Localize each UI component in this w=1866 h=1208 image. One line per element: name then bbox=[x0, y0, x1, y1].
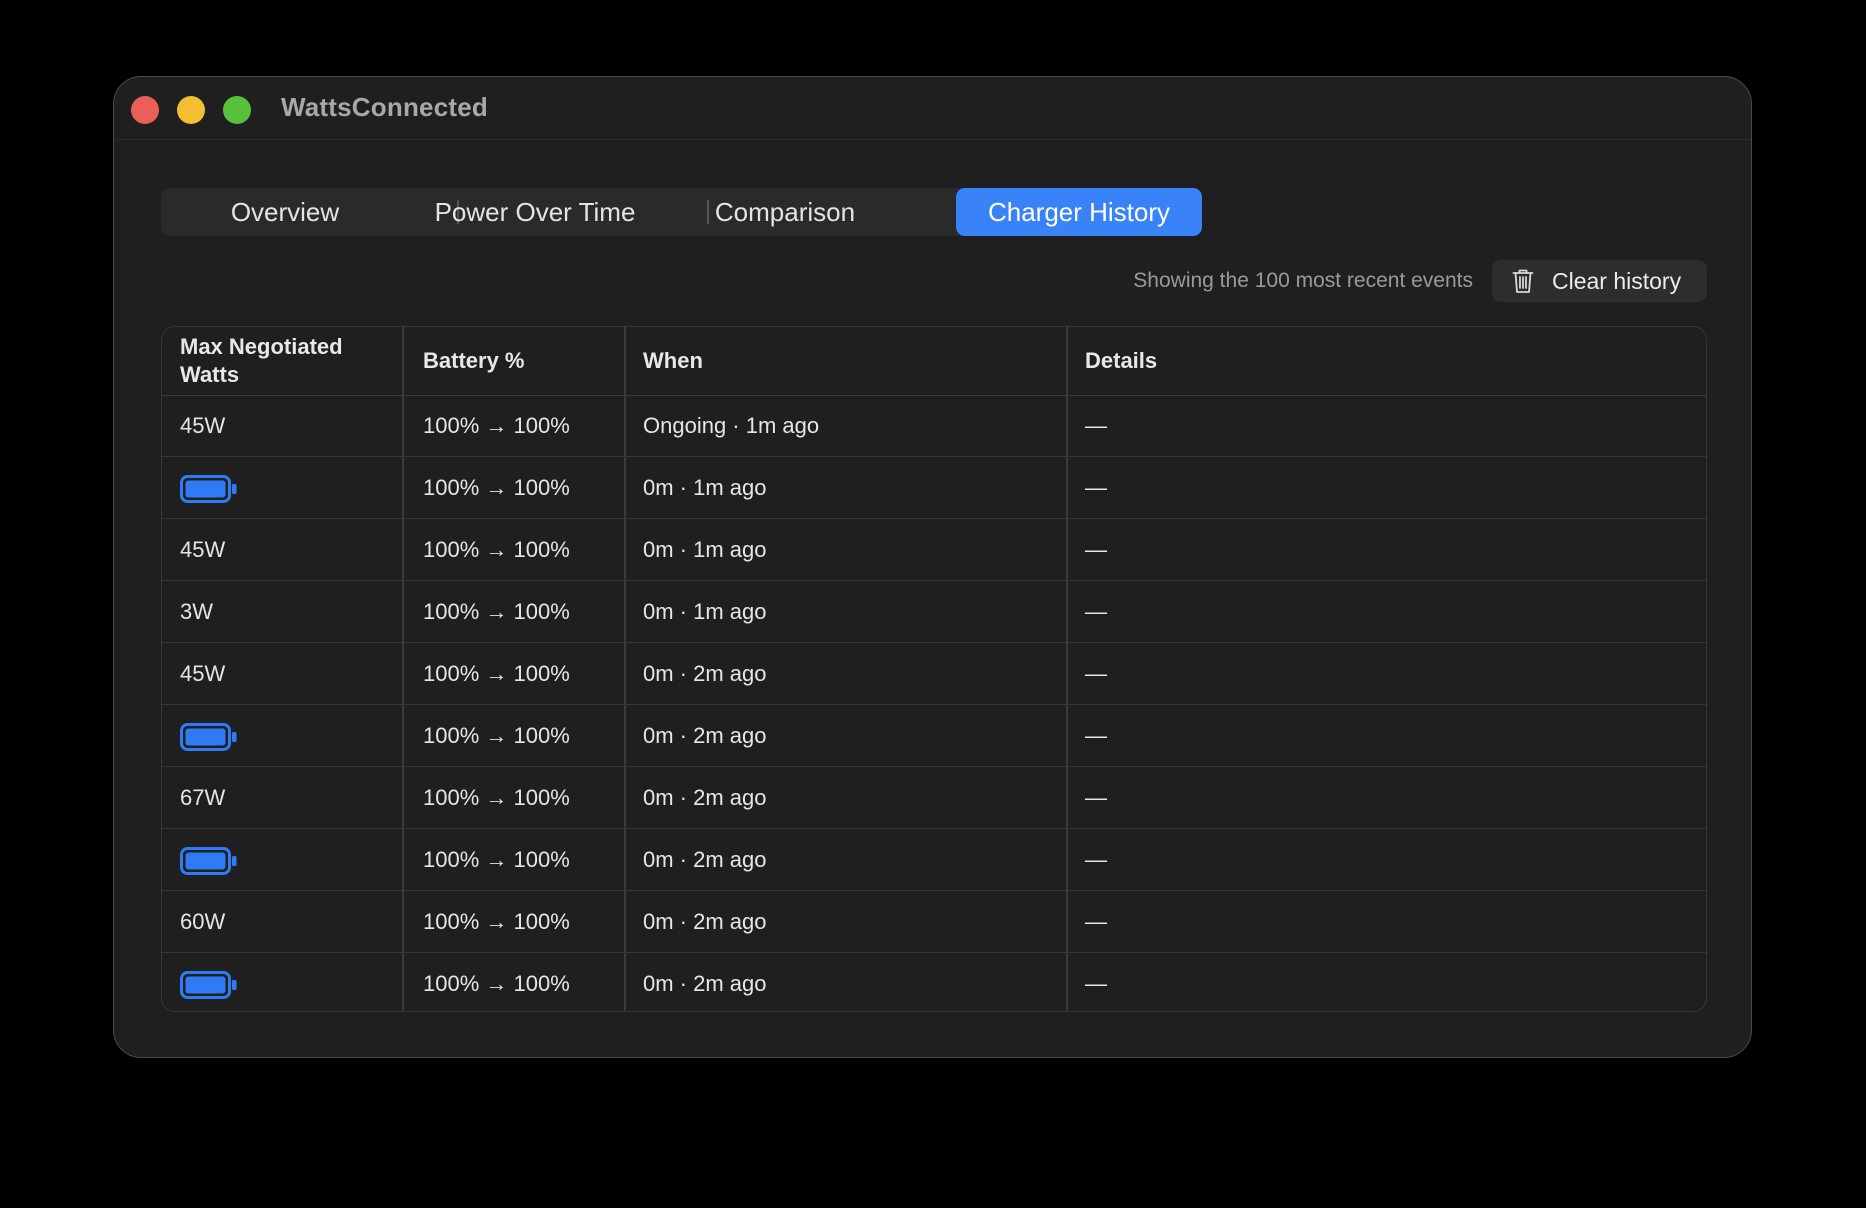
when-cell: 0m · 1m ago bbox=[643, 599, 767, 624]
details-cell: — bbox=[1085, 661, 1107, 686]
details-cell: — bbox=[1085, 475, 1107, 500]
title-bar: WattsConnected bbox=[114, 77, 1751, 140]
when-cell: 0m · 1m ago bbox=[643, 537, 767, 562]
details-cell: — bbox=[1085, 723, 1107, 748]
details-cell: — bbox=[1085, 785, 1107, 810]
when-cell: 0m · 2m ago bbox=[643, 661, 767, 686]
when-cell: 0m · 2m ago bbox=[643, 909, 767, 934]
when-cell: 0m · 1m ago bbox=[643, 475, 767, 500]
battery-icon bbox=[180, 971, 237, 999]
max-watts-cell: 45W bbox=[180, 413, 226, 438]
close-window-button[interactable] bbox=[131, 96, 159, 124]
details-cell: — bbox=[1085, 971, 1107, 996]
battery-percent-cell: 100% → 100% bbox=[423, 599, 570, 624]
battery-percent-cell: 100% → 100% bbox=[423, 847, 570, 872]
tab-overview[interactable]: Overview bbox=[161, 188, 409, 236]
details-cell: — bbox=[1085, 909, 1107, 934]
table-row[interactable]: 100% → 100% 0m · 1m ago — bbox=[162, 457, 1706, 519]
zoom-window-button[interactable] bbox=[223, 96, 251, 124]
battery-percent-cell: 100% → 100% bbox=[423, 785, 570, 810]
trash-icon bbox=[1512, 269, 1534, 293]
table-row[interactable]: 3W 100% → 100% 0m · 1m ago — bbox=[162, 581, 1706, 643]
app-window: WattsConnected Overview Power Over Time … bbox=[113, 76, 1752, 1058]
battery-percent-cell: 100% → 100% bbox=[423, 909, 570, 934]
table-row[interactable]: 45W 100% → 100% Ongoing · 1m ago — bbox=[162, 395, 1706, 457]
details-cell: — bbox=[1085, 847, 1107, 872]
battery-percent-cell: 100% → 100% bbox=[423, 661, 570, 686]
max-watts-cell: 3W bbox=[180, 599, 213, 624]
tab-comparison[interactable]: Comparison bbox=[661, 188, 909, 236]
when-cell: 0m · 2m ago bbox=[643, 723, 767, 748]
when-cell: Ongoing · 1m ago bbox=[643, 413, 820, 438]
tab-power-over-time[interactable]: Power Over Time bbox=[411, 188, 659, 236]
details-cell: — bbox=[1085, 599, 1107, 624]
column-header-max-watts[interactable]: Max Negotiated Watts bbox=[180, 327, 380, 395]
battery-percent-cell: 100% → 100% bbox=[423, 413, 570, 438]
battery-percent-cell: 100% → 100% bbox=[423, 723, 570, 748]
table-row[interactable]: 67W 100% → 100% 0m · 2m ago — bbox=[162, 767, 1706, 829]
battery-icon bbox=[180, 475, 237, 503]
max-watts-cell: 45W bbox=[180, 537, 226, 562]
when-cell: 0m · 2m ago bbox=[643, 847, 767, 872]
table-header-row: Max Negotiated Watts Battery % When Deta… bbox=[162, 327, 1706, 396]
battery-percent-cell: 100% → 100% bbox=[423, 475, 570, 500]
tab-charger-history[interactable]: Charger History bbox=[956, 188, 1202, 236]
details-cell: — bbox=[1085, 413, 1107, 438]
charger-history-table: Max Negotiated Watts Battery % When Deta… bbox=[161, 326, 1707, 1012]
events-count-text: Showing the 100 most recent events bbox=[1133, 269, 1473, 292]
battery-icon bbox=[180, 723, 237, 751]
column-header-details[interactable]: Details bbox=[1085, 327, 1157, 395]
max-watts-cell: 60W bbox=[180, 909, 226, 934]
battery-icon bbox=[180, 847, 237, 875]
table-row[interactable]: 100% → 100% 0m · 2m ago — bbox=[162, 705, 1706, 767]
tab-bar: Overview Power Over Time Comparison Char… bbox=[161, 188, 1202, 236]
column-header-when[interactable]: When bbox=[643, 327, 703, 395]
column-header-battery[interactable]: Battery % bbox=[423, 327, 524, 395]
clear-history-label: Clear history bbox=[1552, 268, 1682, 294]
battery-percent-cell: 100% → 100% bbox=[423, 537, 570, 562]
battery-percent-cell: 100% → 100% bbox=[423, 971, 570, 996]
minimize-window-button[interactable] bbox=[177, 96, 205, 124]
when-cell: 0m · 2m ago bbox=[643, 971, 767, 996]
max-watts-cell: 45W bbox=[180, 661, 226, 686]
table-row[interactable]: 45W 100% → 100% 0m · 2m ago — bbox=[162, 643, 1706, 705]
details-cell: — bbox=[1085, 537, 1107, 562]
when-cell: 0m · 2m ago bbox=[643, 785, 767, 810]
window-title: WattsConnected bbox=[281, 92, 488, 122]
table-row[interactable]: 100% → 100% 0m · 2m ago — bbox=[162, 953, 1706, 1011]
table-row[interactable]: 45W 100% → 100% 0m · 1m ago — bbox=[162, 519, 1706, 581]
table-row[interactable]: 100% → 100% 0m · 2m ago — bbox=[162, 829, 1706, 891]
max-watts-cell: 67W bbox=[180, 785, 226, 810]
clear-history-button[interactable]: Clear history bbox=[1492, 260, 1707, 302]
table-row[interactable]: 60W 100% → 100% 0m · 2m ago — bbox=[162, 891, 1706, 953]
